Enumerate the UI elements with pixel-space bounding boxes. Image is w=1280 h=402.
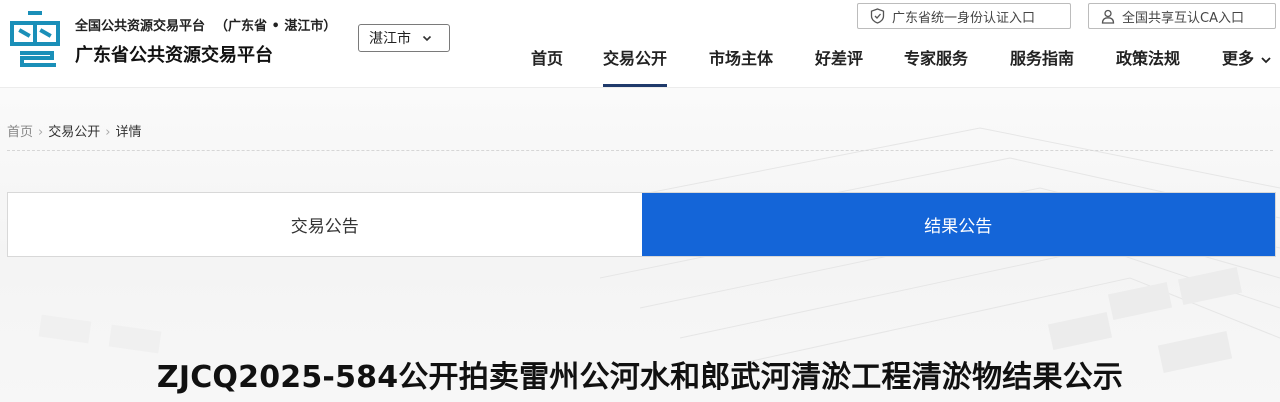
site-title: 广东省公共资源交易平台 xyxy=(75,45,273,66)
city-select-value: 湛江市 xyxy=(369,31,411,47)
nav-item-service-guide[interactable]: 服务指南 xyxy=(1010,47,1074,87)
breadcrumb-home[interactable]: 首页 xyxy=(7,121,33,140)
nav-item-home[interactable]: 首页 xyxy=(531,47,563,87)
announcement-tabs: 交易公告 结果公告 xyxy=(7,192,1276,257)
tab-result-announcement[interactable]: 结果公告 xyxy=(641,193,1275,256)
breadcrumb-separator-icon: › xyxy=(38,125,44,140)
ca-entry-link[interactable]: 全国共享互认CA入口 xyxy=(1088,3,1276,29)
nav-item-policies[interactable]: 政策法规 xyxy=(1116,47,1180,87)
site-logo[interactable] xyxy=(8,10,62,68)
identity-auth-link-label: 广东省统一身份认证入口 xyxy=(892,10,1036,26)
identity-auth-link[interactable]: 广东省统一身份认证入口 xyxy=(857,3,1071,29)
nav-item-reviews[interactable]: 好差评 xyxy=(815,47,863,87)
breadcrumb-current: 详情 xyxy=(115,125,142,140)
platform-national-name: 全国公共资源交易平台 xyxy=(75,19,206,34)
page-title: ZJCQ2025-584公开拍卖雷州公河水和郎武河清淤工程清淤物结果公示 xyxy=(156,360,1124,395)
shield-icon xyxy=(870,8,885,24)
user-icon xyxy=(1101,9,1115,24)
platform-subtitle: 全国公共资源交易平台 （广东省 • 湛江市） xyxy=(75,15,336,34)
breadcrumb: 首页 › 交易公开 › 详情 xyxy=(7,121,1273,151)
nav-item-market-entities[interactable]: 市场主体 xyxy=(709,47,773,87)
region-label: （广东省 • 湛江市） xyxy=(215,19,337,34)
breadcrumb-transactions[interactable]: 交易公开 xyxy=(48,121,100,140)
guangdong-logo-icon xyxy=(10,11,60,67)
nav-item-transactions[interactable]: 交易公开 xyxy=(603,47,668,87)
chevron-down-icon xyxy=(1261,56,1271,63)
city-select[interactable]: 湛江市 xyxy=(358,24,450,52)
breadcrumb-separator-icon: › xyxy=(105,125,111,140)
ca-entry-link-label: 全国共享互认CA入口 xyxy=(1122,10,1244,26)
site-header: 全国公共资源交易平台 （广东省 • 湛江市） 广东省公共资源交易平台 湛江市 广东… xyxy=(0,0,1280,88)
chevron-down-icon xyxy=(422,35,432,42)
tab-transaction-announcement[interactable]: 交易公告 xyxy=(8,193,642,256)
nav-item-expert-services[interactable]: 专家服务 xyxy=(904,47,968,87)
nav-item-more[interactable]: 更多 xyxy=(1222,47,1272,87)
